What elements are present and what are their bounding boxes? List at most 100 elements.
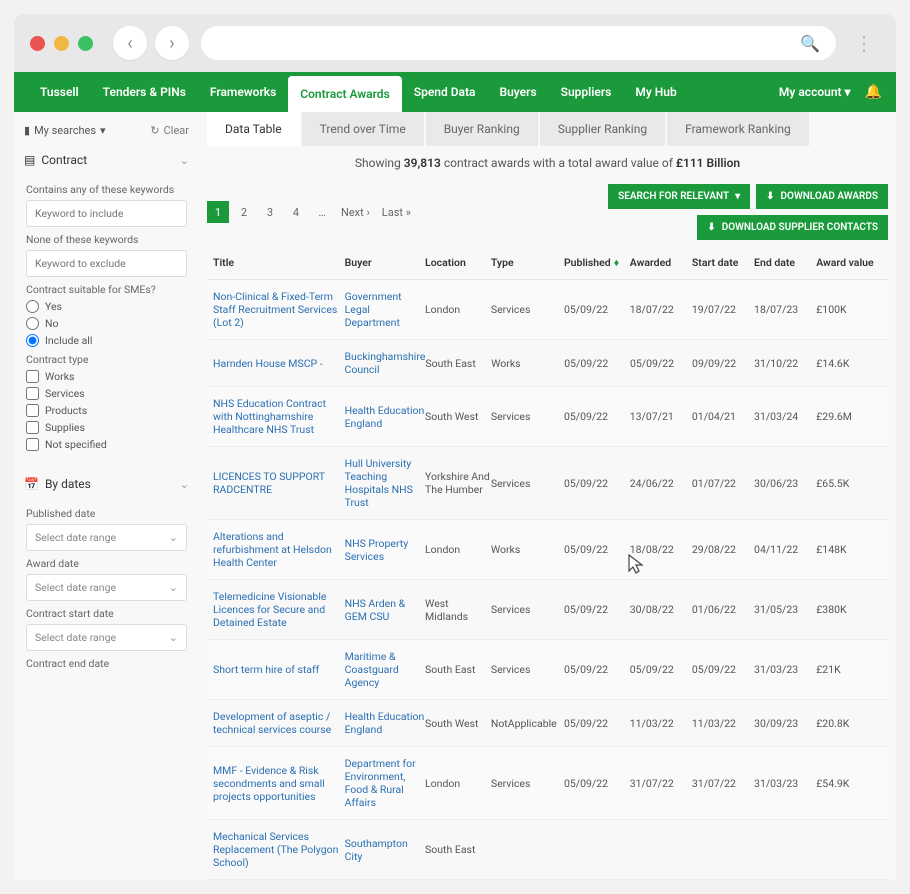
page-3[interactable]: 3 — [259, 201, 281, 223]
include-keyword-input[interactable] — [26, 200, 187, 227]
award-title-link[interactable]: MMF - Evidence & Risk secondments and sm… — [213, 764, 345, 803]
nav-tenders[interactable]: Tenders & PINs — [91, 72, 198, 112]
cell-awarded: 30/08/22 — [630, 603, 692, 616]
cell-location: West Midlands — [425, 597, 491, 623]
col-start[interactable]: Start date — [692, 256, 754, 269]
exclude-keyword-input[interactable] — [26, 250, 187, 277]
cell-end: 31/05/23 — [754, 603, 816, 616]
cell-value: £21K — [816, 663, 882, 676]
download-contacts-button[interactable]: ⬇DOWNLOAD SUPPLIER CONTACTS — [697, 215, 888, 240]
award-title-link[interactable]: Non-Clinical & Fixed-Term Staff Recruitm… — [213, 290, 345, 329]
type-notspecified[interactable]: Not specified — [26, 438, 187, 451]
nav-myhub[interactable]: My Hub — [623, 72, 688, 112]
sme-label: Contract suitable for SMEs? — [26, 283, 187, 296]
page-4[interactable]: 4 — [285, 201, 307, 223]
buyer-link[interactable]: NHS Arden & GEM CSU — [345, 597, 425, 623]
start-date-select[interactable]: Select date range⌄ — [26, 624, 187, 651]
sme-all[interactable]: Include all — [26, 334, 187, 347]
cell-awarded: 05/09/22 — [630, 357, 692, 370]
bell-icon[interactable]: 🔔 — [865, 84, 882, 100]
type-supplies[interactable]: Supplies — [26, 421, 187, 434]
none-keywords-label: None of these keywords — [26, 233, 187, 246]
cell-start: 19/07/22 — [692, 303, 754, 316]
buyer-link[interactable]: Health Education England — [345, 710, 425, 736]
nav-contract-awards[interactable]: Contract Awards — [288, 76, 401, 112]
buyer-link[interactable]: NHS Property Services — [345, 537, 425, 563]
nav-frameworks[interactable]: Frameworks — [198, 72, 288, 112]
award-title-link[interactable]: Development of aseptic / technical servi… — [213, 710, 345, 736]
my-account-menu[interactable]: My account ▾ — [779, 72, 851, 112]
col-end[interactable]: End date — [754, 256, 816, 269]
browser-forward[interactable]: › — [155, 26, 189, 60]
buyer-link[interactable]: Maritime & Coastguard Agency — [345, 650, 425, 689]
my-searches-menu[interactable]: ▮ My searches ▾ — [24, 124, 106, 137]
type-works[interactable]: Works — [26, 370, 187, 383]
clear-filters[interactable]: ↻ Clear — [150, 124, 189, 137]
cell-value: £65.5K — [816, 477, 882, 490]
award-title-link[interactable]: LICENCES TO SUPPORT RADCENTRE — [213, 470, 345, 496]
buyer-link[interactable]: Government Legal Department — [345, 290, 425, 329]
award-title-link[interactable]: NHS Education Contract with Nottinghamsh… — [213, 397, 345, 436]
cell-published: 05/09/22 — [564, 410, 630, 423]
filter-contract-toggle[interactable]: ▤Contract ⌄ — [24, 147, 189, 173]
award-date-select[interactable]: Select date range⌄ — [26, 574, 187, 601]
buyer-link[interactable]: Buckinghamshire Council — [345, 350, 426, 376]
award-title-link[interactable]: Alterations and refurbishment at Helsdon… — [213, 530, 345, 569]
tab-buyer-ranking[interactable]: Buyer Ranking — [426, 112, 538, 146]
type-services[interactable]: Services — [26, 387, 187, 400]
chevron-down-icon: ⌄ — [180, 478, 189, 491]
tab-supplier-ranking[interactable]: Supplier Ranking — [540, 112, 665, 146]
sme-yes[interactable]: Yes — [26, 300, 187, 313]
award-title-link[interactable]: Short term hire of staff — [213, 663, 345, 676]
cell-start: 09/09/22 — [692, 357, 754, 370]
tab-data-table[interactable]: Data Table — [207, 112, 300, 146]
minimize-window[interactable] — [54, 36, 69, 51]
col-type[interactable]: Type — [491, 256, 564, 269]
download-awards-button[interactable]: ⬇DOWNLOAD AWARDS — [756, 184, 888, 209]
buyer-link[interactable]: Health Education England — [345, 404, 425, 430]
search-icon: 🔍 — [800, 34, 820, 53]
browser-back[interactable]: ‹ — [113, 26, 147, 60]
table-row: LICENCES TO SUPPORT RADCENTREHull Univer… — [207, 447, 888, 520]
cell-location: London — [425, 543, 491, 556]
tab-framework-ranking[interactable]: Framework Ranking — [667, 112, 809, 146]
col-awarded[interactable]: Awarded — [630, 256, 692, 269]
col-buyer[interactable]: Buyer — [345, 256, 425, 269]
search-relevant-button[interactable]: SEARCH FOR RELEVANT ▾ — [608, 184, 750, 209]
url-bar[interactable]: 🔍 — [201, 26, 836, 60]
nav-suppliers[interactable]: Suppliers — [549, 72, 624, 112]
tab-trend[interactable]: Trend over Time — [302, 112, 424, 146]
page-2[interactable]: 2 — [233, 201, 255, 223]
page-1[interactable]: 1 — [207, 201, 229, 223]
buyer-link[interactable]: Southampton City — [345, 837, 425, 863]
filter-dates-toggle[interactable]: 📅By dates ⌄ — [24, 471, 189, 497]
close-window[interactable] — [30, 36, 45, 51]
nav-buyers[interactable]: Buyers — [487, 72, 548, 112]
cell-end: 30/09/23 — [754, 717, 816, 730]
maximize-window[interactable] — [78, 36, 93, 51]
type-products[interactable]: Products — [26, 404, 187, 417]
cell-awarded: 24/06/22 — [630, 477, 692, 490]
sme-no[interactable]: No — [26, 317, 187, 330]
page-last[interactable]: Last » — [378, 201, 415, 223]
nav-spend-data[interactable]: Spend Data — [402, 72, 488, 112]
buyer-link[interactable]: Hull University Teaching Hospitals NHS T… — [345, 457, 425, 509]
col-published[interactable]: Published ♦ — [564, 256, 630, 269]
col-value[interactable]: Award value — [816, 256, 882, 269]
col-location[interactable]: Location — [425, 256, 491, 269]
published-date-select[interactable]: Select date range⌄ — [26, 524, 187, 551]
browser-menu[interactable]: ⋮ — [848, 31, 880, 55]
cell-start: 29/08/22 — [692, 543, 754, 556]
results-summary: Showing 39,813 contract awards with a to… — [207, 156, 888, 170]
buyer-link[interactable]: Department for Environment, Food & Rural… — [345, 757, 425, 809]
award-title-link[interactable]: Telemedicine Visionable Licences for Sec… — [213, 590, 345, 629]
table-row: Telemedicine Visionable Licences for Sec… — [207, 580, 888, 640]
cell-start: 31/07/22 — [692, 777, 754, 790]
table-row: Short term hire of staffMaritime & Coast… — [207, 640, 888, 700]
award-title-link[interactable]: Harnden House MSCP - — [213, 357, 345, 370]
col-title[interactable]: Title — [213, 256, 345, 269]
end-date-label: Contract end date — [26, 657, 187, 670]
award-title-link[interactable]: Mechanical Services Replacement (The Pol… — [213, 830, 345, 869]
page-next[interactable]: Next › — [337, 201, 374, 223]
nav-tussell[interactable]: Tussell — [28, 72, 91, 112]
